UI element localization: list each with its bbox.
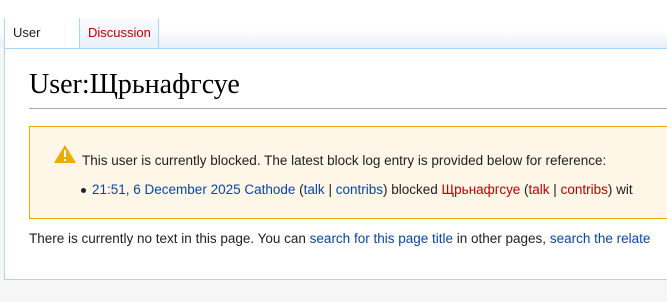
target-user-link[interactable]: Щрьнафгсуе <box>442 182 521 197</box>
separator: | <box>324 182 336 197</box>
no-text-message: There is currently no text in this page.… <box>29 231 650 246</box>
search-related-link[interactable]: search the relate <box>550 231 651 246</box>
target-talk-link[interactable]: talk <box>529 182 550 197</box>
block-log-entry: 21:51, 6 December 2025 Cathode (talk | c… <box>81 182 633 197</box>
paren-open: ( <box>295 182 304 197</box>
page-tabs: User page Discussion <box>0 0 667 70</box>
no-text-middle: in other pages, <box>453 231 550 246</box>
admin-contribs-link[interactable]: contribs <box>336 182 383 197</box>
target-contribs-link[interactable]: contribs <box>561 182 608 197</box>
blocked-action-text: ) blocked <box>382 182 442 197</box>
admin-talk-link[interactable]: talk <box>304 182 325 197</box>
block-notice: This user is currently blocked. The late… <box>29 126 667 219</box>
log-timestamp-link[interactable]: 21:51, 6 December 2025 <box>92 182 241 197</box>
title-divider <box>29 108 667 109</box>
paren-open-2: ( <box>520 182 529 197</box>
admin-user-link[interactable]: Cathode <box>244 182 295 197</box>
no-text-prefix: There is currently no text in this page.… <box>29 231 310 246</box>
separator-2: | <box>549 182 561 197</box>
tab-user-page[interactable]: User page <box>4 18 80 70</box>
block-notice-message: This user is currently blocked. The late… <box>82 153 607 168</box>
entry-tail-text: ) wit <box>607 182 633 197</box>
main-content: User:Щрьнафгсуе This user is currently b… <box>4 48 667 280</box>
warning-icon <box>54 145 76 163</box>
list-bullet <box>81 188 86 193</box>
search-title-link[interactable]: search for this page title <box>310 231 453 246</box>
tab-discussion[interactable]: Discussion <box>80 18 159 48</box>
page-title: User:Щрьнафгсуе <box>29 69 240 100</box>
